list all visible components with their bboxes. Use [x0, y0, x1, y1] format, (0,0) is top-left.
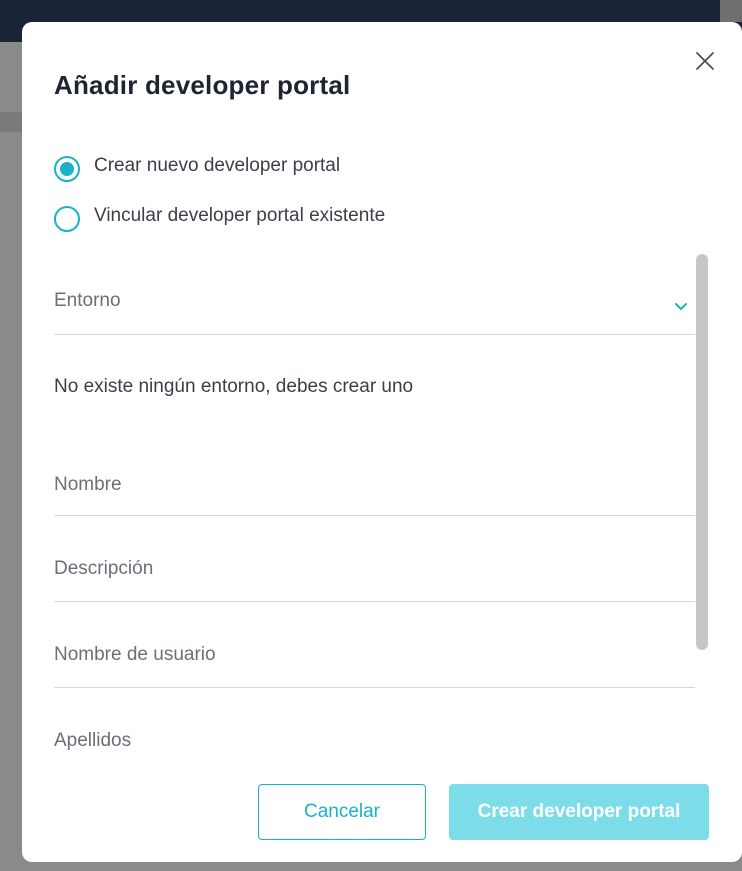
- username-label: Nombre de usuario: [54, 644, 216, 665]
- username-field[interactable]: Nombre de usuario: [54, 602, 695, 688]
- close-icon: [696, 52, 714, 70]
- form-scroll-area[interactable]: Entorno No existe ningún entorno, debes …: [54, 254, 714, 774]
- backdrop-corner: [720, 0, 742, 22]
- scrollbar-thumb[interactable]: [696, 254, 708, 650]
- close-button[interactable]: [694, 50, 716, 72]
- nombre-field[interactable]: Nombre: [54, 430, 695, 516]
- no-environment-message: No existe ningún entorno, debes crear un…: [54, 376, 414, 397]
- entorno-label: Entorno: [54, 290, 121, 311]
- chevron-down-icon: [675, 303, 687, 310]
- apellidos-field[interactable]: Apellidos: [54, 688, 695, 774]
- radio-create-new[interactable]: [54, 156, 80, 182]
- descripcion-field[interactable]: Descripción: [54, 516, 695, 602]
- option-link-existing[interactable]: Vincular developer portal existente: [54, 205, 386, 232]
- create-developer-portal-button[interactable]: Crear developer portal: [449, 784, 709, 840]
- cancel-button[interactable]: Cancelar: [258, 784, 426, 840]
- option-create-new[interactable]: Crear nuevo developer portal: [54, 155, 341, 182]
- dialog-title: Añadir developer portal: [54, 70, 351, 100]
- add-developer-portal-dialog: Añadir developer portal Crear nuevo deve…: [22, 22, 742, 862]
- apellidos-label: Apellidos: [54, 730, 132, 751]
- entorno-select[interactable]: Entorno: [54, 254, 695, 335]
- option-link-existing-label: Vincular developer portal existente: [94, 205, 386, 226]
- option-create-new-label: Crear nuevo developer portal: [94, 155, 341, 176]
- radio-link-existing[interactable]: [54, 206, 80, 232]
- descripcion-label: Descripción: [54, 558, 154, 579]
- nombre-label: Nombre: [54, 474, 122, 495]
